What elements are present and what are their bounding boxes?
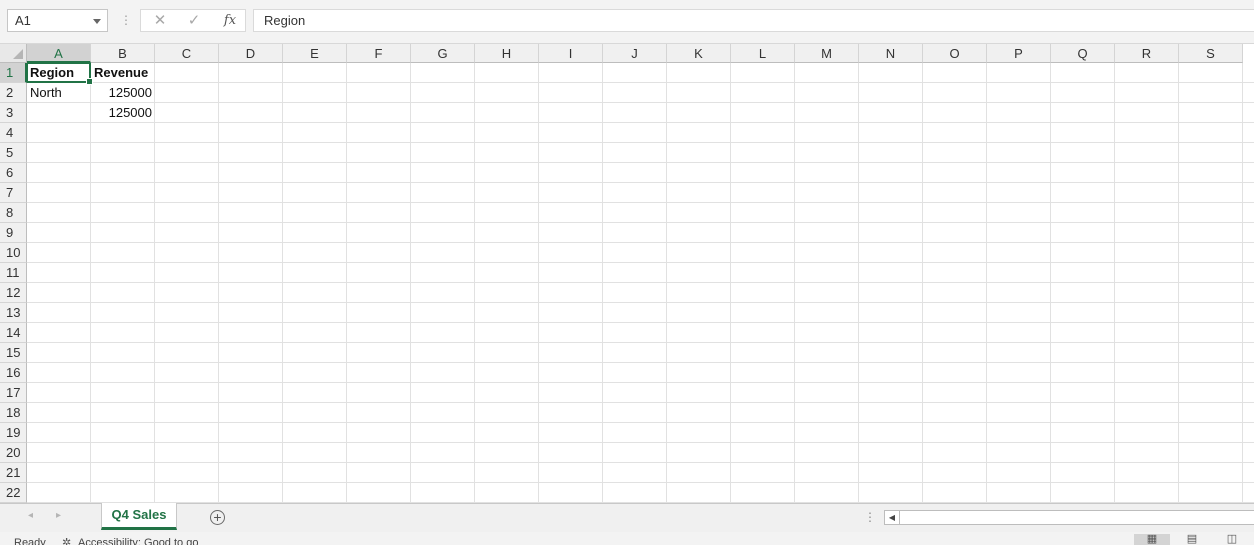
row-headers: 1 2 3 4 5 6 7 8 9 10 11 12 13 14 15 16 17 18 19 20 21 22 [0, 63, 27, 503]
row-header-19[interactable]: 19 [0, 423, 27, 443]
column-header-o[interactable]: O [923, 44, 987, 63]
row-header-15[interactable]: 15 [0, 343, 27, 363]
row-header-17[interactable]: 17 [0, 383, 27, 403]
name-box[interactable]: A1 [7, 9, 108, 32]
close-icon[interactable]: ✕ [145, 10, 175, 31]
sheet-tab-q4-sales[interactable]: Q4 Sales [101, 503, 177, 530]
row-header-13[interactable]: 13 [0, 303, 27, 323]
select-all-corner[interactable] [0, 44, 27, 63]
column-header-j[interactable]: J [603, 44, 667, 63]
column-header-a[interactable]: A [27, 44, 91, 63]
column-header-s[interactable]: S [1179, 44, 1243, 63]
row-header-4[interactable]: 4 [0, 123, 27, 143]
column-header-l[interactable]: L [731, 44, 795, 63]
formula-input-value: Region [264, 13, 306, 28]
normal-view-icon[interactable]: ▦ [1134, 534, 1170, 545]
row-header-8[interactable]: 8 [0, 203, 27, 223]
chevron-down-icon[interactable] [93, 19, 101, 24]
row-header-10[interactable]: 10 [0, 243, 27, 263]
column-header-q[interactable]: Q [1051, 44, 1115, 63]
name-box-value: A1 [15, 13, 31, 28]
column-header-b[interactable]: B [91, 44, 155, 63]
row-header-12[interactable]: 12 [0, 283, 27, 303]
row-header-3[interactable]: 3 [0, 103, 27, 123]
row-header-20[interactable]: 20 [0, 443, 27, 463]
cell-b2[interactable]: 125000 [91, 83, 155, 103]
row-header-22[interactable]: 22 [0, 483, 27, 503]
sheet-tab-bar: ◂ ▸ Q4 Sales + ⋮ ◀ [0, 503, 1254, 532]
row-header-1[interactable]: 1 [0, 63, 27, 83]
column-header-m[interactable]: M [795, 44, 859, 63]
accessibility-status[interactable]: Accessibility: Good to go [78, 537, 198, 545]
column-headers: ABCDEFGHIJKLMNOPQRS [27, 44, 1254, 63]
row-header-11[interactable]: 11 [0, 263, 27, 283]
status-ready: Ready [14, 537, 46, 545]
row-header-18[interactable]: 18 [0, 403, 27, 423]
cell-b3[interactable]: 125000 [91, 103, 155, 123]
column-header-i[interactable]: I [539, 44, 603, 63]
chevron-right-icon[interactable]: ▸ [56, 510, 61, 521]
cell-a1[interactable]: Region [27, 63, 91, 83]
column-header-f[interactable]: F [347, 44, 411, 63]
horizontal-scrollbar[interactable]: ◀ [884, 510, 1254, 525]
check-icon[interactable]: ✓ [179, 10, 209, 31]
scroll-left-icon[interactable]: ◀ [885, 511, 900, 524]
column-header-k[interactable]: K [667, 44, 731, 63]
column-header-g[interactable]: G [411, 44, 475, 63]
chevron-left-icon[interactable]: ◂ [28, 510, 33, 521]
row-header-2[interactable]: 2 [0, 83, 27, 103]
row-header-14[interactable]: 14 [0, 323, 27, 343]
cell-grid[interactable]: Region Revenue North 125000 125000 [27, 63, 1254, 503]
row-header-21[interactable]: 21 [0, 463, 27, 483]
row-header-16[interactable]: 16 [0, 363, 27, 383]
accessibility-icon[interactable]: ✲ [62, 536, 71, 545]
page-layout-icon[interactable]: ▤ [1174, 534, 1210, 545]
tab-split-grip-icon[interactable]: ⋮ [864, 510, 876, 524]
column-header-h[interactable]: H [475, 44, 539, 63]
column-header-c[interactable]: C [155, 44, 219, 63]
cell-b1[interactable]: Revenue [91, 63, 155, 83]
formula-bar: A1 ⋮ ✕ ✓ fx Region [0, 0, 1254, 44]
page-break-preview-icon[interactable]: ◫ [1214, 534, 1250, 545]
column-header-p[interactable]: P [987, 44, 1051, 63]
cell-a2[interactable]: North [27, 83, 91, 103]
row-header-6[interactable]: 6 [0, 163, 27, 183]
row-header-7[interactable]: 7 [0, 183, 27, 203]
formula-bar-grip-icon[interactable]: ⋮ [120, 12, 132, 28]
formula-input[interactable]: Region [253, 9, 1254, 32]
fx-icon[interactable]: fx [215, 10, 245, 31]
column-header-n[interactable]: N [859, 44, 923, 63]
plus-circle-icon[interactable]: + [210, 510, 225, 525]
column-header-d[interactable]: D [219, 44, 283, 63]
formula-buttons: ✕ ✓ fx [140, 9, 246, 32]
row-header-5[interactable]: 5 [0, 143, 27, 163]
status-bar: Ready ✲ Accessibility: Good to go ▦ ▤ ◫ [0, 532, 1254, 545]
column-header-r[interactable]: R [1115, 44, 1179, 63]
row-header-9[interactable]: 9 [0, 223, 27, 243]
column-header-e[interactable]: E [283, 44, 347, 63]
